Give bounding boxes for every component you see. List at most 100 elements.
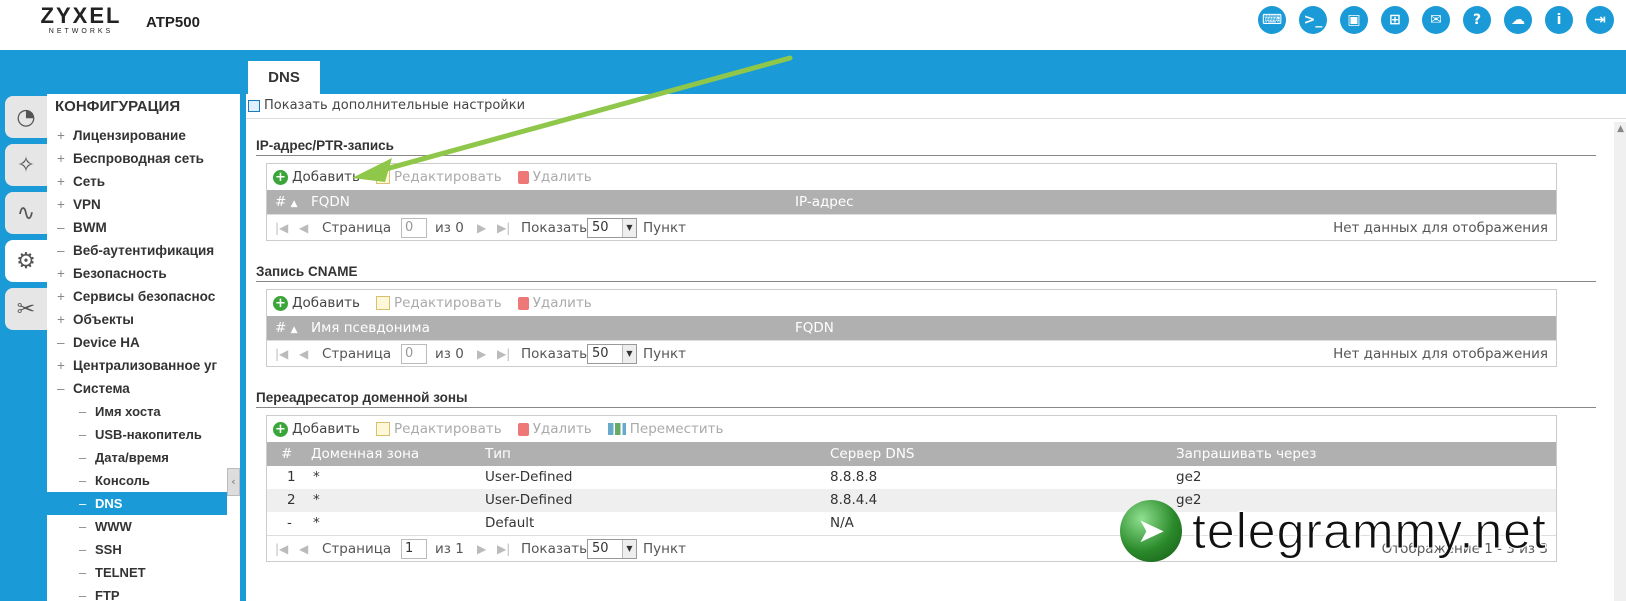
cli-icon[interactable]: >_: [1299, 6, 1327, 34]
pager-status: Нет данных для отображения: [1333, 346, 1548, 362]
nav-item[interactable]: + Объекты: [47, 308, 227, 331]
first-page-icon[interactable]: |◀: [275, 215, 288, 241]
col-num-label: #: [275, 320, 287, 336]
edit-button[interactable]: Редактировать: [375, 295, 502, 311]
col-alias[interactable]: Имя псевдонима: [311, 316, 430, 340]
of-word: из: [435, 541, 451, 557]
table-cell: *: [313, 492, 320, 508]
add-button[interactable]: + Добавить: [273, 421, 360, 437]
gear-icon[interactable]: ⚙: [5, 240, 47, 282]
nav-item[interactable]: – Консоль: [47, 469, 227, 492]
nav-item[interactable]: – Дата/время: [47, 446, 227, 469]
table-toolbar: + Добавить Редактировать Удалить Перемест…: [267, 416, 1556, 442]
scroll-up-icon[interactable]: ▲: [1617, 124, 1624, 134]
move-button[interactable]: Переместить: [607, 421, 723, 437]
add-button[interactable]: + Добавить: [273, 169, 360, 185]
cloud-icon[interactable]: ☁: [1504, 6, 1532, 34]
col-dns-server[interactable]: Сервер DNS: [830, 442, 915, 466]
collapse-panel-button[interactable]: ‹: [227, 468, 240, 496]
next-page-icon[interactable]: ▶: [477, 536, 486, 562]
device-model: ATP500: [146, 14, 200, 31]
nav-item[interactable]: + Сеть: [47, 170, 227, 193]
delete-button[interactable]: Удалить: [517, 295, 592, 311]
col-fqdn[interactable]: FQDN: [311, 190, 350, 214]
expand-icon: +: [57, 312, 65, 327]
nav-item[interactable]: + Лицензирование: [47, 124, 227, 147]
logout-icon[interactable]: ⇥: [1586, 6, 1614, 34]
nav-item-label: USB-накопитель: [95, 427, 202, 442]
wizard-icon[interactable]: ✧: [5, 144, 47, 186]
nav-item[interactable]: – FTP: [47, 584, 227, 601]
edit-button[interactable]: Редактировать: [375, 169, 502, 185]
message-icon[interactable]: ✉: [1422, 6, 1450, 34]
help-icon[interactable]: ?: [1463, 6, 1491, 34]
col-type[interactable]: Тип: [485, 442, 511, 466]
per-page-value: 50: [592, 541, 609, 556]
col-query-via[interactable]: Запрашивать через: [1176, 442, 1316, 466]
col-fqdn[interactable]: FQDN: [795, 316, 834, 340]
per-page-select[interactable]: 50 ▼: [587, 218, 637, 238]
nav-item[interactable]: – TELNET: [47, 561, 227, 584]
edit-icon: [375, 422, 390, 436]
col-ip[interactable]: IP-адрес: [795, 190, 854, 214]
page-input[interactable]: 0: [401, 344, 427, 364]
edit-label: Редактировать: [393, 169, 502, 185]
zyxel-logo: ZYXEL NETWORKS: [37, 5, 125, 37]
nav-item[interactable]: – Device HA: [47, 331, 227, 354]
nav-item[interactable]: – Веб-аутентификация: [47, 239, 227, 262]
nav-item[interactable]: + VPN: [47, 193, 227, 216]
monitor-icon[interactable]: ∿: [5, 192, 47, 234]
nav-item[interactable]: – BWM: [47, 216, 227, 239]
nav-item[interactable]: – Система: [47, 377, 227, 400]
page-input[interactable]: 0: [401, 218, 427, 238]
tab-dns[interactable]: DNS: [248, 61, 320, 94]
col-domain-zone[interactable]: Доменная зона: [311, 442, 419, 466]
nav-item[interactable]: – SSH: [47, 538, 227, 561]
window-icon[interactable]: ▣: [1340, 6, 1368, 34]
nav-item[interactable]: + Беспроводная сеть: [47, 147, 227, 170]
delete-button[interactable]: Удалить: [517, 169, 592, 185]
of-label: из 0: [435, 341, 464, 367]
table-cell: ge2: [1176, 469, 1202, 485]
last-page-icon[interactable]: ▶|: [497, 215, 510, 241]
table-cell: 2: [287, 492, 296, 508]
nav-item[interactable]: – USB-накопитель: [47, 423, 227, 446]
tools-icon[interactable]: ✂: [5, 288, 47, 330]
vertical-scrollbar[interactable]: [1614, 122, 1626, 601]
add-button[interactable]: + Добавить: [273, 295, 360, 311]
nav-item[interactable]: – DNS: [47, 492, 227, 515]
last-page-icon[interactable]: ▶|: [497, 341, 510, 367]
per-page-select[interactable]: 50 ▼: [587, 344, 637, 364]
nav-item[interactable]: + Централизованное уг: [47, 354, 227, 377]
next-page-icon[interactable]: ▶: [477, 341, 486, 367]
nav-item[interactable]: + Сервисы безопаснос: [47, 285, 227, 308]
prev-page-icon[interactable]: ◀: [299, 536, 308, 562]
last-page-icon[interactable]: ▶|: [497, 536, 510, 562]
nav-list: + Лицензирование + Беспроводная сеть + Сеть + V…: [47, 124, 227, 601]
dashboard-icon[interactable]: ◔: [5, 96, 47, 138]
next-page-icon[interactable]: ▶: [477, 215, 486, 241]
page-label: Страница: [322, 541, 392, 557]
prev-page-icon[interactable]: ◀: [299, 215, 308, 241]
info-icon[interactable]: i: [1545, 6, 1573, 34]
page-input[interactable]: 1: [401, 539, 427, 559]
table-row[interactable]: 1 * User-Defined 8.8.8.8 ge2: [267, 466, 1556, 489]
first-page-icon[interactable]: |◀: [275, 341, 288, 367]
edit-button[interactable]: Редактировать: [375, 421, 502, 437]
console-icon[interactable]: ⌨: [1258, 6, 1286, 34]
advanced-settings-link[interactable]: Показать дополнительные настройки: [248, 98, 525, 113]
table-panel: + Добавить Редактировать Удалить # ▲ FQDN…: [266, 163, 1557, 241]
nav-item[interactable]: + Безопасность: [47, 262, 227, 285]
col-num[interactable]: #: [281, 442, 292, 466]
delete-button[interactable]: Удалить: [517, 421, 592, 437]
nav-item[interactable]: – WWW: [47, 515, 227, 538]
sitemap-icon[interactable]: ⊞: [1381, 6, 1409, 34]
col-num[interactable]: # ▲: [275, 190, 298, 216]
prev-page-icon[interactable]: ◀: [299, 341, 308, 367]
first-page-icon[interactable]: |◀: [275, 536, 288, 562]
nav-item[interactable]: – Имя хоста: [47, 400, 227, 423]
per-page-select[interactable]: 50 ▼: [587, 539, 637, 559]
watermark-text: telegrammy.net: [1192, 503, 1547, 560]
add-label: Добавить: [292, 421, 360, 437]
col-num[interactable]: # ▲: [275, 316, 298, 342]
